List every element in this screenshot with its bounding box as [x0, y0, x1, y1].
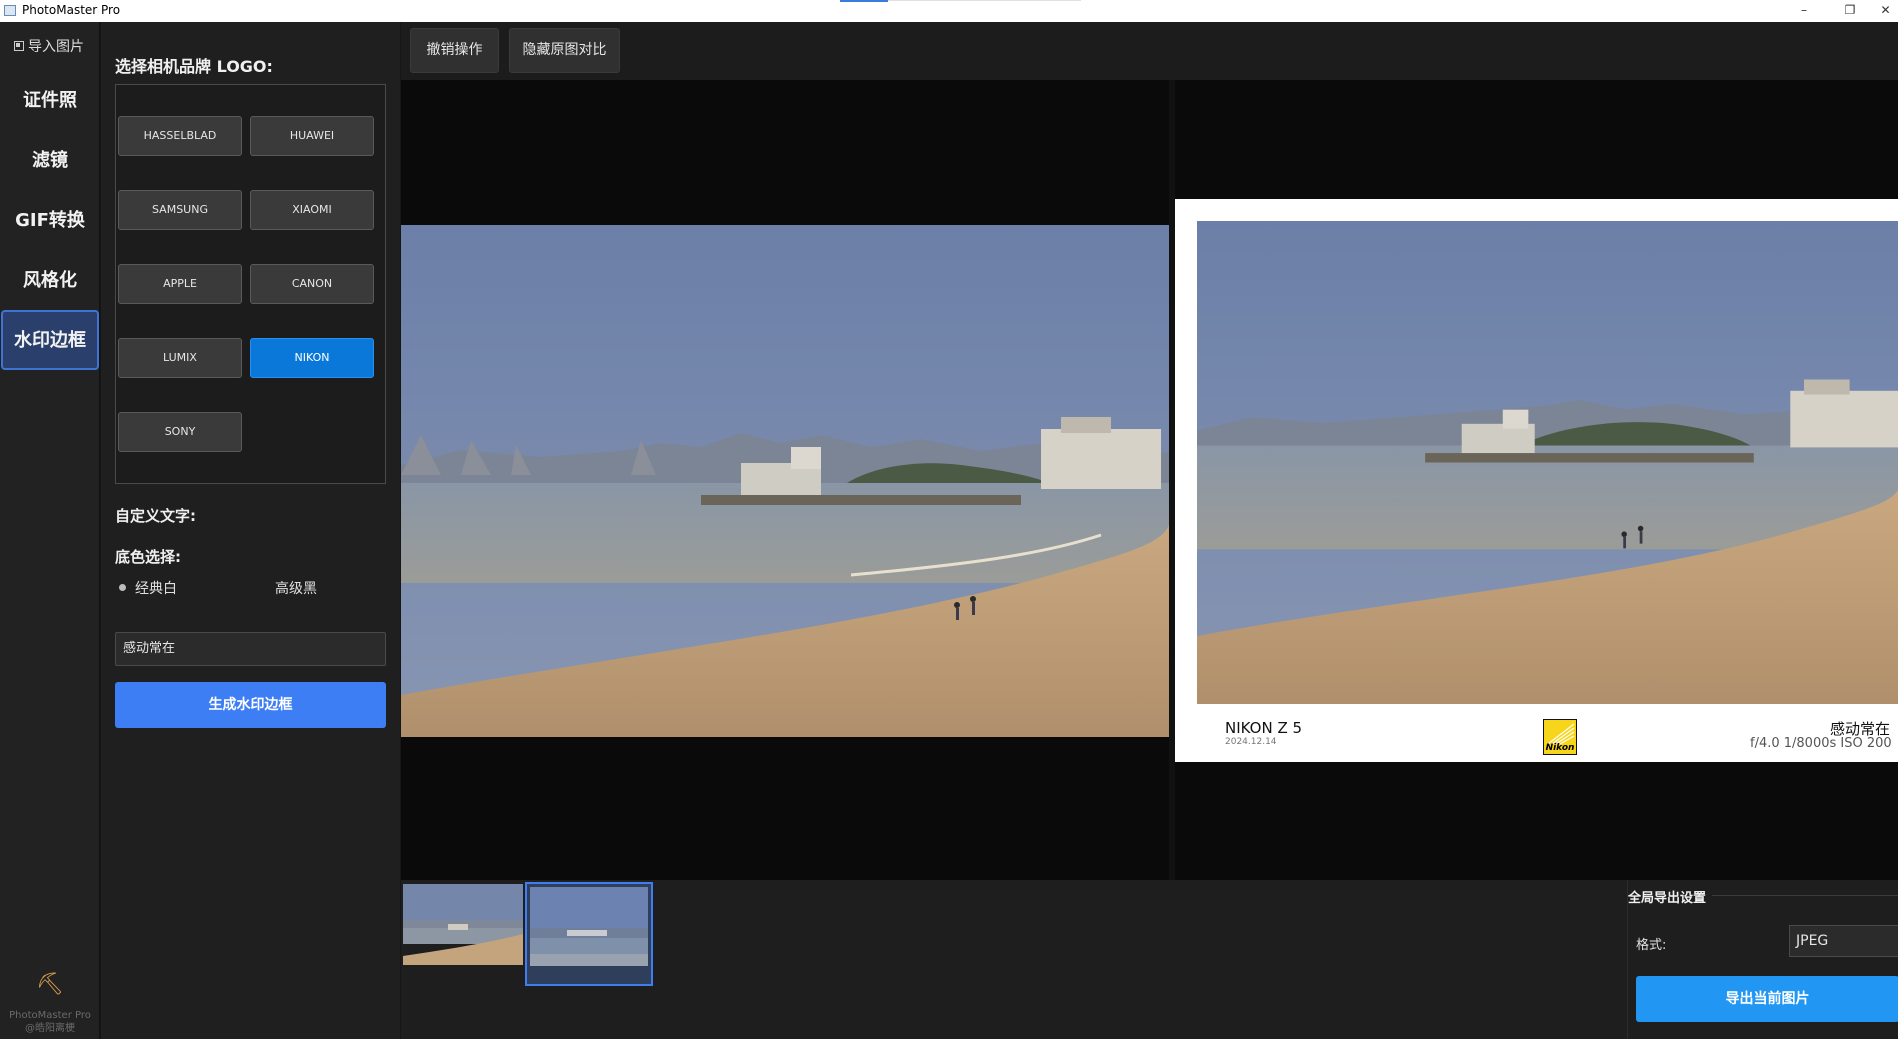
toolbar: 撤销操作 隐藏原图对比 [401, 22, 1898, 80]
bg-color-options: 经典白 高级黑 [115, 578, 386, 600]
sidebar-item-gif[interactable]: GIF转换 [0, 193, 100, 249]
nikon-logo-text: Nikon [1545, 743, 1575, 753]
sidebar-item-id-photo[interactable]: 证件照 [0, 73, 100, 129]
brand-button-samsung[interactable]: SAMSUNG [118, 190, 242, 230]
credit-app-name: PhotoMaster Pro [9, 1010, 91, 1021]
title-divider [888, 0, 1081, 1]
shot-date: 2024.12.14 [1225, 737, 1277, 747]
window-title: PhotoMaster Pro [22, 3, 121, 17]
sidebar-item-watermark[interactable]: 水印边框 [1, 310, 99, 370]
format-label: 格式: [1636, 938, 1667, 953]
maximize-button[interactable]: ❐ [1827, 0, 1873, 22]
brand-button-hasselblad[interactable]: HASSELBLAD [118, 116, 242, 156]
brand-button-canon[interactable]: CANON [250, 264, 374, 304]
nikon-logo-icon: Nikon [1543, 719, 1577, 755]
sidebar-item-stylize[interactable]: 风格化 [0, 253, 100, 309]
brand-button-lumix[interactable]: LUMIX [118, 338, 242, 378]
group-divider [1712, 895, 1898, 896]
watermark-preview: NIKON Z 5 2024.12.14 Nikon 感动常在 f/4.0 1/… [1175, 80, 1898, 880]
format-select[interactable]: JPEG [1789, 925, 1898, 957]
original-preview [401, 80, 1169, 880]
brand-button-nikon[interactable]: NIKON [250, 338, 374, 378]
title-bar: PhotoMaster Pro – ❐ ✕ [0, 0, 1898, 22]
brand-logo-group: HASSELBLAD HUAWEI SAMSUNG XIAOMI APPLE C… [115, 84, 386, 484]
exposure-params: f/4.0 1/8000s ISO 200 [1750, 736, 1892, 751]
sidebar-item-filter[interactable]: 滤镜 [0, 133, 100, 189]
image-icon [14, 41, 24, 51]
bg-color-heading: 底色选择: [115, 548, 181, 566]
sidebar: 导入图片 证件照 滤镜 GIF转换 风格化 水印边框 ⛏ PhotoMaster… [0, 22, 100, 1039]
brand-button-huawei[interactable]: HUAWEI [250, 116, 374, 156]
custom-text-input[interactable]: 感动常在 [115, 632, 386, 666]
brand-button-xiaomi[interactable]: XIAOMI [250, 190, 374, 230]
framed-photo [1197, 221, 1898, 704]
thumbnail-1[interactable] [403, 884, 523, 965]
export-group-title: 全局导出设置 [1628, 891, 1707, 906]
undo-button[interactable]: 撤销操作 [410, 28, 499, 73]
credit: PhotoMaster Pro @皓阳离梗 [0, 1009, 100, 1035]
generate-watermark-button[interactable]: 生成水印边框 [115, 682, 386, 728]
brand-button-sony[interactable]: SONY [118, 412, 242, 452]
original-photo [401, 225, 1169, 737]
app-icon [4, 5, 16, 16]
camera-model: NIKON Z 5 [1225, 719, 1303, 737]
custom-text-heading: 自定义文字: [115, 507, 196, 525]
thumbnail-strip [401, 880, 1627, 1039]
logo-heading: 选择相机品牌 LOGO: [115, 57, 273, 76]
credit-author: @皓阳离梗 [25, 1023, 75, 1034]
radio-premium-black[interactable]: 高级黑 [275, 578, 317, 598]
watermark-panel: 选择相机品牌 LOGO: HASSELBLAD HUAWEI SAMSUNG X… [101, 22, 400, 1039]
thumbnail-2[interactable] [525, 882, 653, 986]
title-accent [840, 0, 888, 2]
close-button[interactable]: ✕ [1873, 0, 1898, 22]
minimize-button[interactable]: – [1781, 0, 1827, 22]
hammer-icon: ⛏ [36, 972, 64, 997]
watermark-frame: NIKON Z 5 2024.12.14 Nikon 感动常在 f/4.0 1/… [1175, 199, 1898, 762]
export-settings: 全局导出设置 格式: JPEG 导出当前图片 [1627, 880, 1898, 1039]
import-label: 导入图片 [28, 39, 84, 55]
radio-classic-white[interactable]: 经典白 [135, 578, 177, 598]
import-image-button[interactable]: 导入图片 [14, 36, 84, 56]
export-current-button[interactable]: 导出当前图片 [1636, 976, 1898, 1022]
radio-dot-icon[interactable] [119, 584, 126, 591]
hide-compare-button[interactable]: 隐藏原图对比 [509, 28, 620, 73]
brand-button-apple[interactable]: APPLE [118, 264, 242, 304]
